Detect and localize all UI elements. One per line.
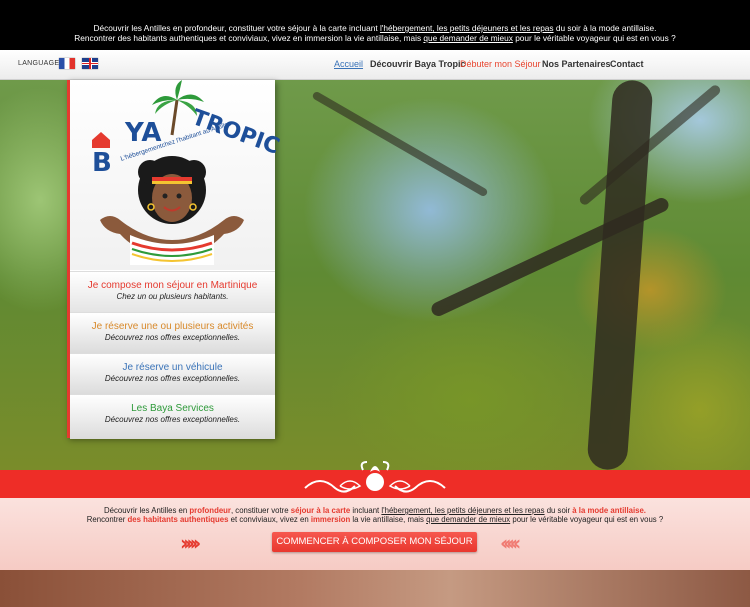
promo-text: Rencontrer (86, 515, 128, 524)
promo-link-mieux[interactable]: que demander de mieux (426, 515, 510, 524)
promo-highlight: à la mode antillaise. (572, 506, 646, 515)
tree-trunk (586, 80, 654, 470)
top-banner-text: du soir à la mode antillaise. (553, 23, 657, 33)
nav-contact[interactable]: Contact (610, 59, 644, 69)
logo-text-b: B (92, 148, 112, 178)
promo-text: incluant (350, 506, 382, 515)
promo-highlight: séjour à la carte (290, 506, 351, 515)
top-banner-text: pour le véritable voyageur qui est en vo… (512, 33, 676, 43)
navbar: LANGUAGE : Accueil Découvrir Baya Tropic… (0, 50, 750, 80)
decorative-flourish-icon (304, 461, 446, 493)
language-label: LANGUAGE : (18, 60, 64, 67)
nav-accueil[interactable]: Accueil (334, 59, 363, 69)
menu-subtitle: Découvrez nos offres exceptionnelles. (104, 415, 241, 424)
nav-decouvrir[interactable]: Découvrir Baya Tropic (370, 59, 466, 69)
promo-line1: Découvrir les Antilles en profondeur, co… (0, 506, 750, 515)
chevrons-right-icon: ››››› (180, 531, 201, 555)
promo-highlight: immersion (310, 515, 351, 524)
menu-title: Les Baya Services (131, 403, 214, 414)
top-banner: Découvrir les Antilles en profondeur, co… (0, 0, 750, 50)
menu-title: Je réserve un véhicule (122, 362, 223, 373)
promo-text: Découvrir les Antilles en (104, 506, 190, 515)
promo-highlight: profondeur (189, 506, 231, 515)
promo-text: , constituer votre (230, 506, 291, 515)
bottom-background-image (0, 570, 750, 607)
top-banner-line2: Rencontrer des habitants authentiques et… (0, 33, 750, 44)
red-divider-band (0, 461, 750, 498)
side-panel: B YA TROPIC L'hébergementchez l'habitant… (67, 80, 283, 439)
menu-title: Je réserve une ou plusieurs activités (91, 321, 254, 332)
menu-reserve-vehicule[interactable]: Je réserve un véhicule Découvrez nos off… (70, 353, 275, 394)
promo-line2: Rencontrer des habitants authentiques et… (0, 515, 750, 524)
menu-compose-sejour[interactable]: Je compose mon séjour en Martinique Chez… (70, 271, 275, 312)
menu-title: Je compose mon séjour en Martinique (87, 280, 258, 291)
start-composing-button[interactable]: COMMENCER À COMPOSER MON SÉJOUR (272, 532, 477, 552)
top-banner-link-mieux[interactable]: que demander de mieux (423, 33, 512, 43)
promo-text: la vie antillaise, mais (350, 515, 427, 524)
top-banner-link-hebergement[interactable]: l'hébergement, les petits déjeuners et l… (380, 23, 554, 33)
tree-branch (311, 90, 489, 198)
chevrons-left-icon: ‹‹‹‹‹ (500, 531, 521, 555)
menu-subtitle: Découvrez nos offres exceptionnelles. (104, 374, 241, 383)
french-flag-icon[interactable] (59, 58, 75, 69)
menu-reserve-activites[interactable]: Je réserve une ou plusieurs activités Dé… (70, 312, 275, 353)
promo-text: et conviviaux, vivez en (228, 515, 311, 524)
promo-text: pour le véritable voyageur qui est en vo… (510, 515, 664, 524)
top-banner-text: Rencontrer des habitants authentiques et… (74, 33, 424, 43)
promo-link-hebergement[interactable]: l'hébergement, les petits déjeuners et l… (381, 506, 544, 515)
top-banner-text: Découvrir les Antilles en profondeur, co… (93, 23, 380, 33)
promo-highlight: des habitants authentiques (127, 515, 229, 524)
nav-debuter-sejour[interactable]: Débuter mon Séjour (460, 59, 541, 69)
logo[interactable]: B YA TROPIC L'hébergementchez l'habitant… (70, 80, 283, 270)
nav-partenaires[interactable]: Nos Partenaires (542, 59, 611, 69)
uk-flag-icon[interactable] (82, 58, 98, 69)
promo-text: du soir (544, 506, 573, 515)
menu-subtitle: Chez un ou plusieurs habitants. (116, 292, 229, 301)
menu-subtitle: Découvrez nos offres exceptionnelles. (104, 333, 241, 342)
menu-baya-services[interactable]: Les Baya Services Découvrez nos offres e… (70, 394, 275, 439)
